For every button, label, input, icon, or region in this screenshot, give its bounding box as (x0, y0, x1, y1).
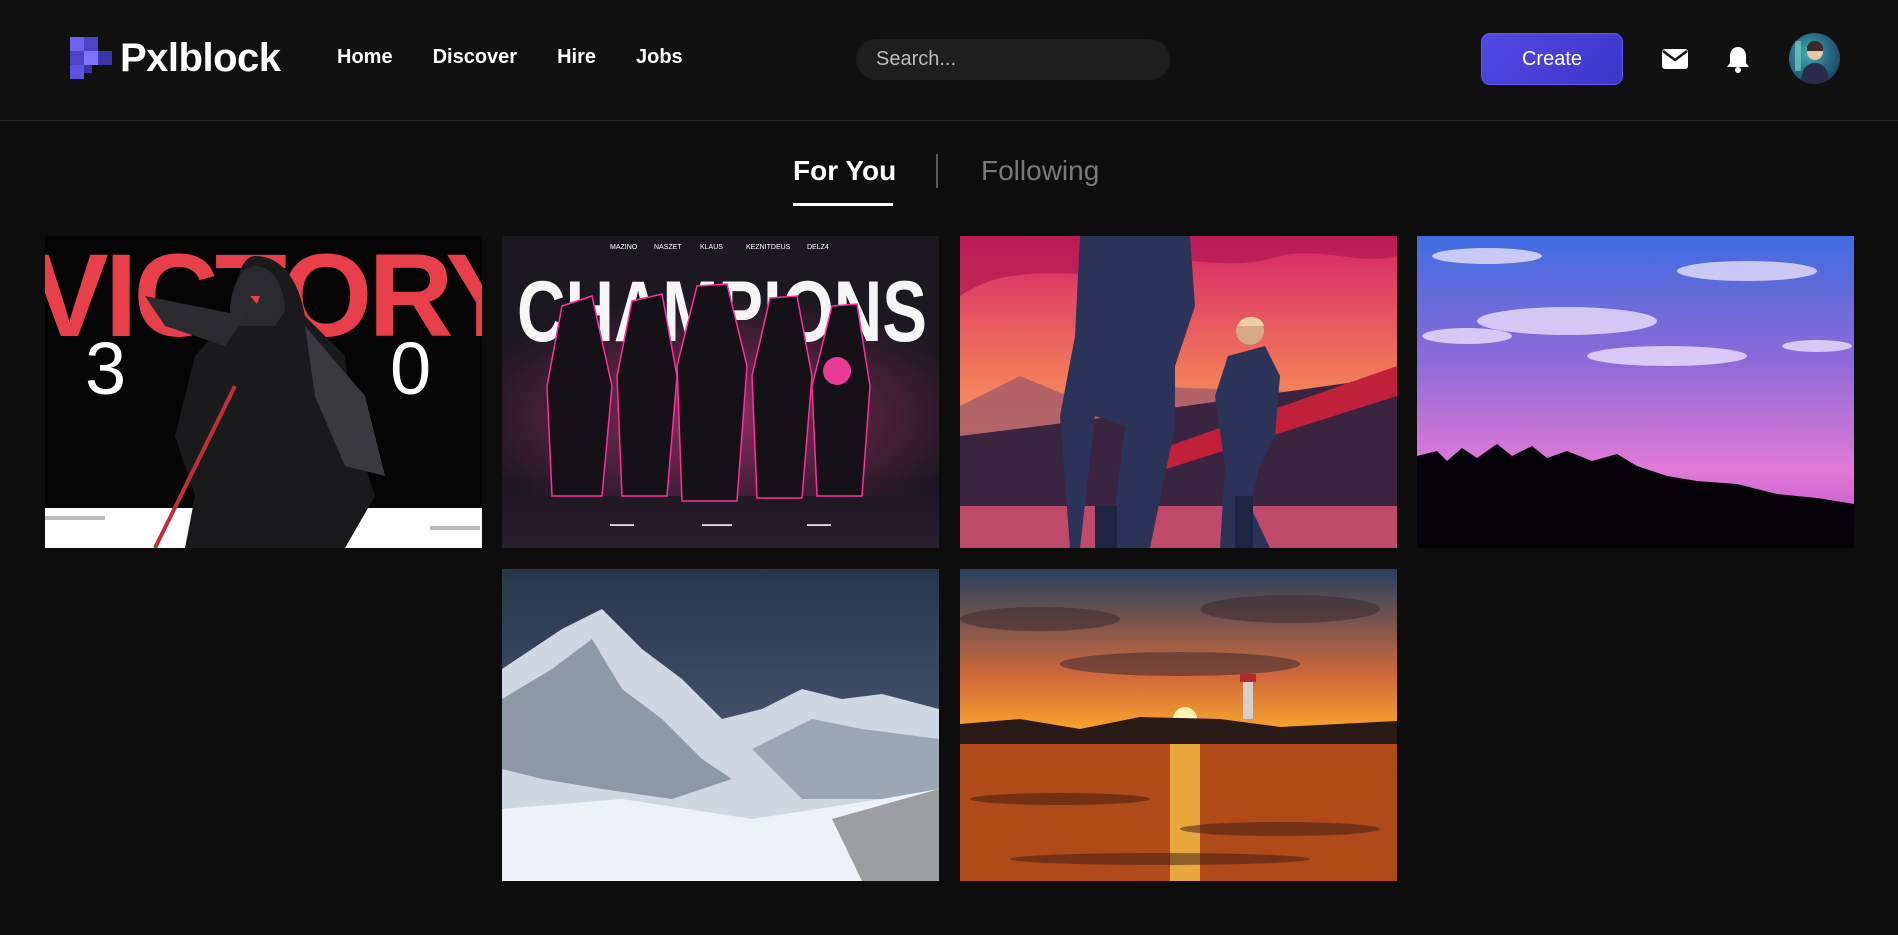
svg-text:▬▬▬▬: ▬▬▬▬ (610, 522, 634, 528)
tab-for-you[interactable]: For You (793, 155, 896, 187)
main-nav: Home Discover Hire Jobs (337, 46, 723, 69)
nav-hire[interactable]: Hire (557, 46, 596, 69)
top-navbar: Pxlblock Home Discover Hire Jobs Create (0, 0, 1898, 121)
svg-text:KLAUS: KLAUS (700, 244, 723, 251)
bell-icon[interactable] (1723, 44, 1753, 74)
feed-card-champions[interactable]: MAZINO NASZET KLAUS KEZNITDEUS DELZ4 CHA… (502, 236, 939, 548)
search-input[interactable] (856, 39, 1170, 80)
tab-divider (936, 154, 938, 188)
nav-discover[interactable]: Discover (433, 46, 518, 69)
feed-tabs: For You Following (0, 150, 1898, 210)
feed-card-lighthouse[interactable] (960, 569, 1397, 881)
nav-home[interactable]: Home (337, 46, 393, 69)
user-avatar[interactable] (1789, 33, 1840, 84)
score-left: 3 (85, 327, 126, 410)
pxlblock-logo-icon (68, 35, 114, 81)
svg-text:▬▬▬▬▬: ▬▬▬▬▬ (702, 522, 732, 528)
svg-text:NASZET: NASZET (654, 244, 682, 251)
feed-card-purple-sky[interactable] (1417, 236, 1854, 548)
tab-following[interactable]: Following (981, 155, 1099, 187)
feed-card-mountains[interactable] (502, 569, 939, 881)
score-right: 0 (390, 327, 431, 410)
brand-logo[interactable]: Pxlblock (68, 35, 281, 81)
feed-card-football[interactable] (960, 236, 1397, 548)
nav-jobs[interactable]: Jobs (636, 46, 683, 69)
brand-name: Pxlblock (120, 35, 281, 80)
create-button[interactable]: Create (1481, 33, 1623, 85)
svg-text:▬▬▬▬: ▬▬▬▬ (807, 522, 831, 528)
feed-card-victory[interactable]: VICTORY 3 0 (45, 236, 482, 548)
mail-icon[interactable] (1660, 44, 1690, 74)
active-tab-indicator (793, 203, 893, 206)
svg-text:MAZINO: MAZINO (610, 244, 638, 251)
svg-text:DELZ4: DELZ4 (807, 244, 829, 251)
